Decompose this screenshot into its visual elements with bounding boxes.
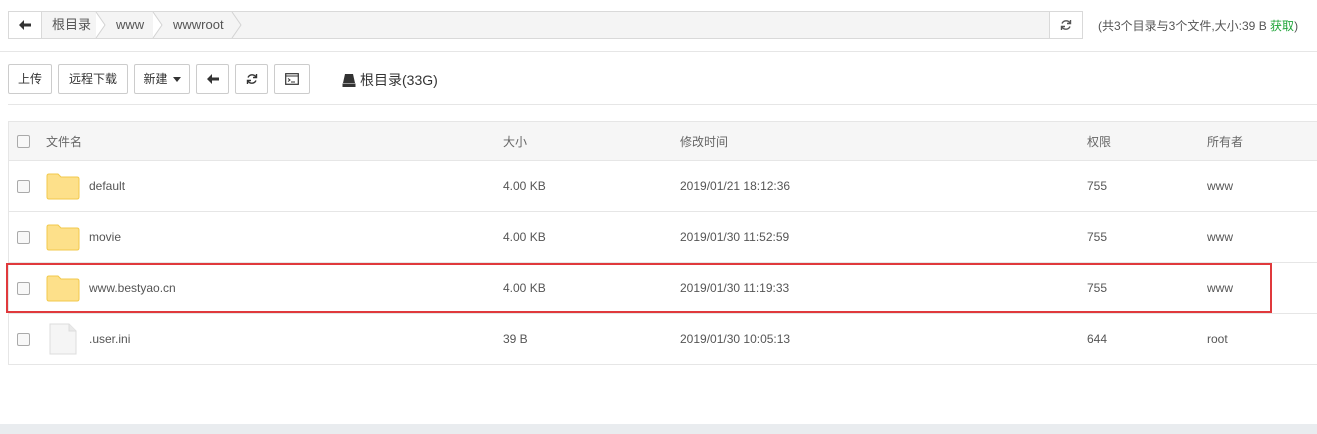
arrow-left-icon <box>19 20 31 30</box>
select-all-checkbox[interactable] <box>17 134 30 148</box>
table-row[interactable]: default 4.00 KB 2019/01/21 18:12:36 755 … <box>9 161 1317 212</box>
table-header: 文件名 大小 修改时间 权限 所有者 <box>9 122 1317 161</box>
row-checkbox[interactable] <box>17 332 30 346</box>
file-size: 4.00 KB <box>503 179 546 193</box>
column-header-size[interactable]: 大小 <box>503 133 527 150</box>
file-permission[interactable]: 644 <box>1087 332 1107 346</box>
file-name[interactable]: default <box>89 179 125 193</box>
file-permission[interactable]: 755 <box>1087 179 1107 193</box>
summary-text: (共3个目录与3个文件,大小:39 B <box>1098 19 1267 33</box>
path-back-button[interactable] <box>9 12 42 38</box>
summary-close: ) <box>1294 19 1299 33</box>
file-owner[interactable]: www <box>1207 281 1233 295</box>
directory-summary: (共3个目录与3个文件,大小:39 B 获取) <box>1098 17 1298 34</box>
file-size: 4.00 KB <box>503 281 546 295</box>
arrow-left-icon <box>206 74 219 84</box>
table-row[interactable]: .user.ini 39 B 2019/01/30 10:05:13 644 r… <box>9 314 1317 365</box>
disk-info: 根目录(33G) <box>342 70 438 90</box>
path-bar: 根目录 www wwwroot <box>8 11 1083 39</box>
breadcrumb-separator-icon <box>152 12 163 38</box>
terminal-icon <box>285 73 299 85</box>
column-header-mtime[interactable]: 修改时间 <box>680 133 728 150</box>
divider <box>0 51 1317 52</box>
new-button[interactable]: 新建 <box>134 64 190 94</box>
table-row[interactable]: www.bestyao.cn 4.00 KB 2019/01/30 11:19:… <box>9 263 1317 314</box>
file-size: 4.00 KB <box>503 230 546 244</box>
breadcrumb-wwwroot[interactable]: wwwroot <box>173 12 224 38</box>
row-checkbox[interactable] <box>17 281 30 295</box>
hard-drive-icon <box>342 73 356 87</box>
file-permission[interactable]: 755 <box>1087 230 1107 244</box>
refresh-button[interactable] <box>235 64 268 94</box>
folder-icon <box>46 173 80 200</box>
file-mtime: 2019/01/30 11:19:33 <box>680 281 790 295</box>
breadcrumb-separator-icon <box>231 12 242 38</box>
file-permission[interactable]: 755 <box>1087 281 1107 295</box>
file-icon <box>49 323 77 355</box>
file-size: 39 B <box>503 332 528 346</box>
row-checkbox[interactable] <box>17 230 30 244</box>
breadcrumb-www[interactable]: www <box>116 12 144 38</box>
upload-button[interactable]: 上传 <box>8 64 52 94</box>
row-checkbox[interactable] <box>17 179 30 193</box>
file-owner[interactable]: www <box>1207 179 1233 193</box>
fetch-size-link[interactable]: 获取 <box>1270 19 1294 33</box>
file-mtime: 2019/01/30 11:52:59 <box>680 230 790 244</box>
path-refresh-button[interactable] <box>1049 12 1082 38</box>
upload-label: 上传 <box>17 72 42 86</box>
column-header-filename[interactable]: 文件名 <box>46 133 82 150</box>
new-label: 新建 <box>143 72 168 86</box>
breadcrumb-separator-icon <box>95 12 106 38</box>
breadcrumb-root[interactable]: 根目录 <box>52 12 91 38</box>
file-mtime: 2019/01/30 10:05:13 <box>680 332 791 346</box>
terminal-button[interactable] <box>274 64 310 94</box>
refresh-icon <box>1060 20 1072 30</box>
folder-icon <box>46 275 80 302</box>
file-name[interactable]: movie <box>89 230 121 244</box>
column-header-permission[interactable]: 权限 <box>1087 133 1111 150</box>
remote-download-label: 远程下载 <box>68 72 117 86</box>
caret-down-icon <box>172 76 181 82</box>
file-table: 文件名 大小 修改时间 权限 所有者 default 4.00 KB 2019/… <box>8 121 1317 365</box>
file-name[interactable]: www.bestyao.cn <box>89 281 176 295</box>
folder-icon <box>46 224 80 251</box>
disk-label: 根目录(33G) <box>360 72 438 88</box>
file-mtime: 2019/01/21 18:12:36 <box>680 179 791 193</box>
file-owner[interactable]: www <box>1207 230 1233 244</box>
remote-download-button[interactable]: 远程下载 <box>58 64 128 94</box>
divider <box>8 104 1317 105</box>
table-row[interactable]: movie 4.00 KB 2019/01/30 11:52:59 755 ww… <box>9 212 1317 263</box>
column-header-owner[interactable]: 所有者 <box>1207 133 1243 150</box>
footer-bar <box>0 424 1317 434</box>
file-owner[interactable]: root <box>1207 332 1228 346</box>
file-name[interactable]: .user.ini <box>89 332 130 346</box>
refresh-icon <box>246 74 257 84</box>
back-button[interactable] <box>196 64 229 94</box>
